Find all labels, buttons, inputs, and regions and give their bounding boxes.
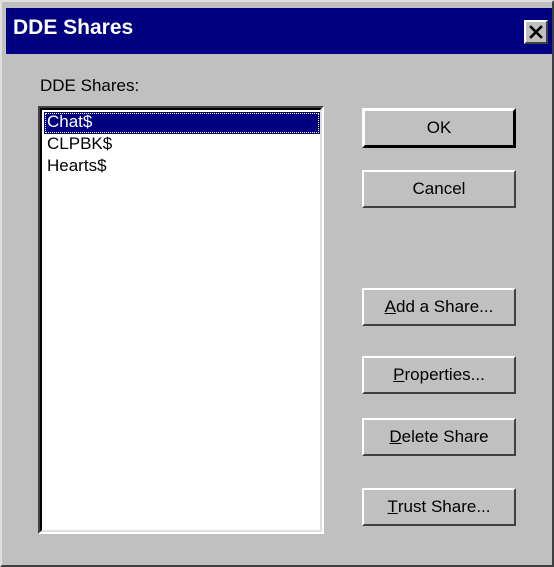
window-title: DDE Shares: [13, 16, 134, 39]
cancel-button[interactable]: Cancel: [362, 170, 516, 208]
title-bar[interactable]: DDE Shares: [6, 8, 552, 54]
ok-button[interactable]: OK: [362, 108, 516, 148]
list-item-hearts[interactable]: Hearts$: [44, 156, 320, 178]
properties-button[interactable]: Properties...: [362, 356, 516, 394]
dde-shares-listbox[interactable]: Chat$ CLPBK$ Hearts$: [38, 106, 324, 534]
dde-shares-label: DDE Shares:: [40, 76, 140, 95]
properties-label: roperties...: [404, 365, 485, 384]
trust-share-accel: T: [387, 497, 398, 516]
dde-shares-dialog: DDE Shares DDE Shares: Chat$ CLPBK$ Hear…: [0, 0, 554, 567]
properties-accel: P: [393, 365, 405, 384]
add-share-label: dd a Share...: [396, 297, 494, 316]
listbox-inner: Chat$ CLPBK$ Hearts$: [40, 108, 322, 532]
add-share-accel: A: [384, 297, 396, 316]
delete-share-button[interactable]: Delete Share: [362, 418, 516, 456]
list-item-clpbk[interactable]: CLPBK$: [44, 134, 320, 156]
delete-share-label: elete Share: [401, 427, 489, 446]
trust-share-label: rust Share...: [397, 497, 491, 516]
trust-share-button[interactable]: Trust Share...: [362, 488, 516, 526]
delete-share-accel: D: [389, 427, 402, 446]
list-item-chat[interactable]: Chat$: [44, 112, 320, 134]
close-button[interactable]: [524, 20, 548, 44]
close-icon: [529, 25, 543, 39]
add-share-button[interactable]: Add a Share...: [362, 288, 516, 326]
